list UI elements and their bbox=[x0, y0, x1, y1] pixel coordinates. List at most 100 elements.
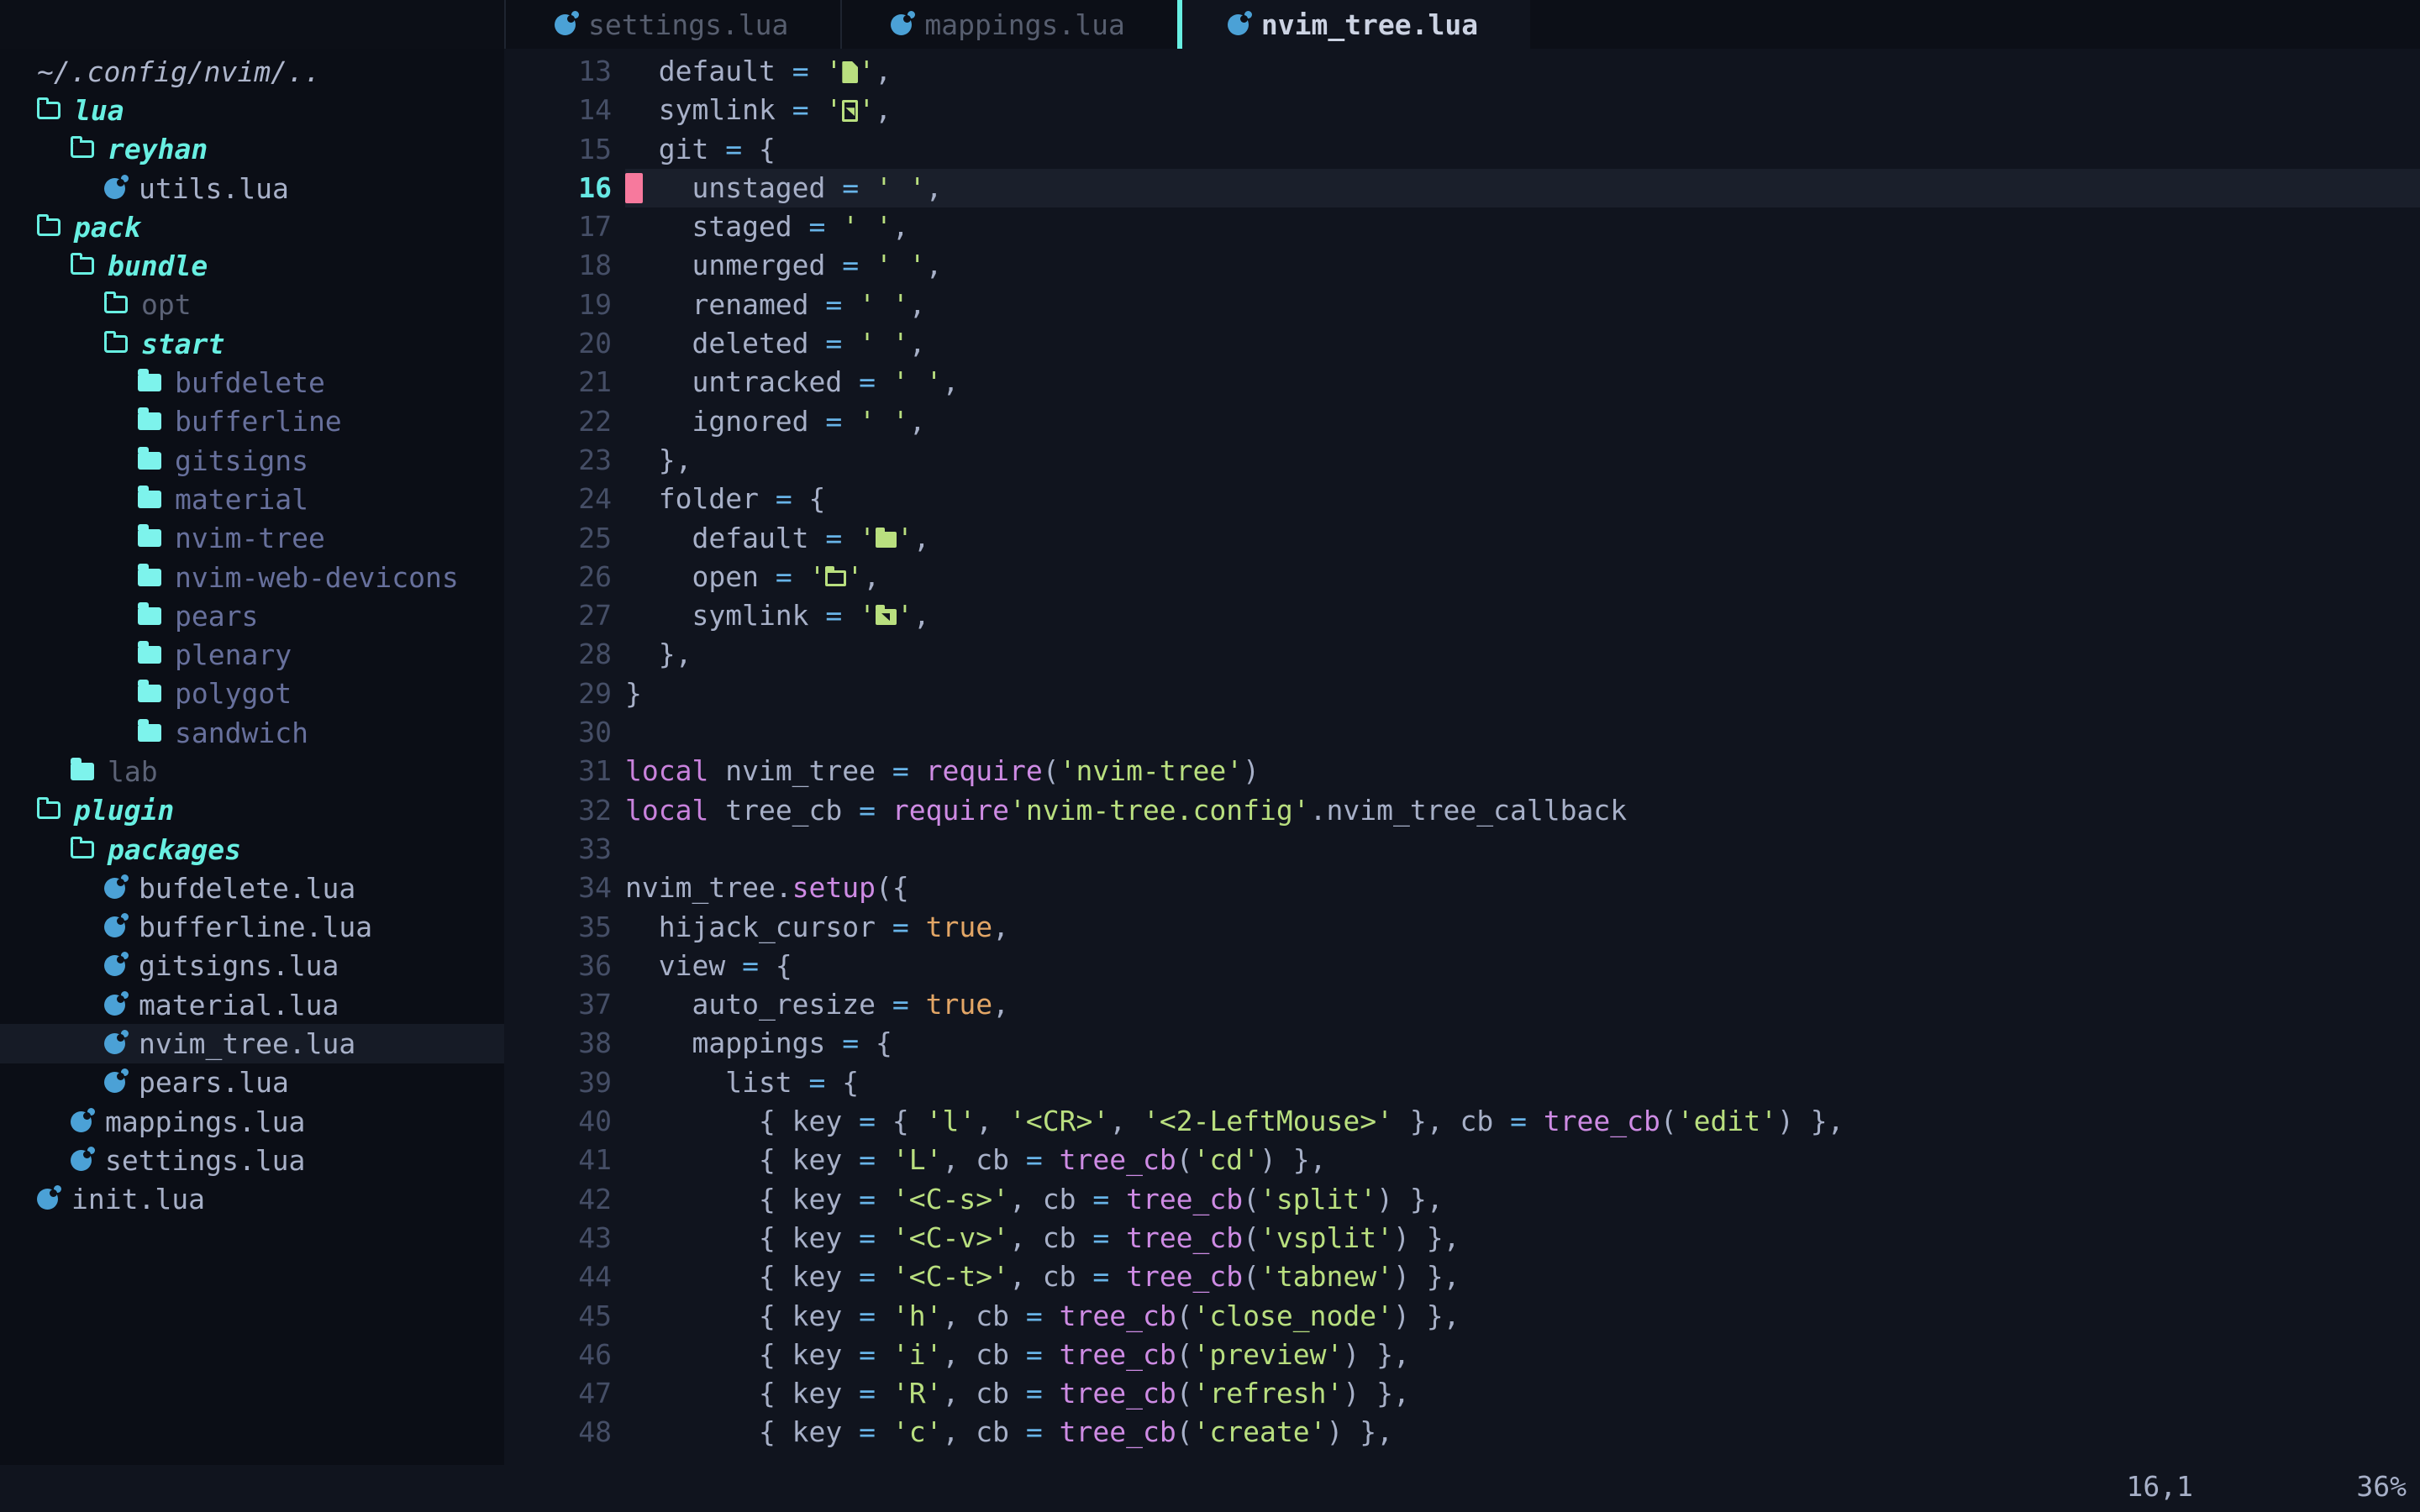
code-line-22[interactable]: 22 ignored = ' ', bbox=[504, 402, 2420, 441]
folder-open-icon bbox=[71, 140, 94, 158]
code-text: git = { bbox=[625, 130, 2420, 169]
line-number: 27 bbox=[504, 596, 625, 635]
code-line-15[interactable]: 15 git = { bbox=[504, 130, 2420, 169]
code-text: { key = 'c', cb = tree_cb('create') }, bbox=[625, 1413, 2420, 1452]
tree-item-bufferline.lua[interactable]: bufferline.lua bbox=[0, 908, 504, 947]
tree-item-pack[interactable]: pack bbox=[0, 207, 504, 246]
code-line-40[interactable]: 40 { key = { 'l', '<CR>', '<2-LeftMouse>… bbox=[504, 1102, 2420, 1141]
code-token: ignored bbox=[625, 405, 825, 438]
code-token: ) }, bbox=[1777, 1105, 1844, 1137]
code-line-32[interactable]: 32local tree_cb = require'nvim-tree.conf… bbox=[504, 791, 2420, 830]
code-line-39[interactable]: 39 list = { bbox=[504, 1063, 2420, 1102]
code-line-24[interactable]: 24 folder = { bbox=[504, 480, 2420, 518]
lua-file-icon bbox=[71, 1150, 92, 1171]
code-token: , cb bbox=[943, 1143, 1026, 1176]
code-line-27[interactable]: 27 symlink = '', bbox=[504, 596, 2420, 635]
tree-item-nvim-tree[interactable]: nvim-tree bbox=[0, 519, 504, 558]
tree-item-pears[interactable]: pears bbox=[0, 596, 504, 635]
tree-item-init.lua[interactable]: init.lua bbox=[0, 1180, 504, 1219]
code-line-20[interactable]: 20 deleted = ' ', bbox=[504, 324, 2420, 363]
tree-item-mappings.lua[interactable]: mappings.lua bbox=[0, 1102, 504, 1141]
tree-item-~/.config/nvim/..[interactable]: ~/.config/nvim/.. bbox=[0, 52, 504, 91]
code-line-16[interactable]: 16 unstaged = ' ', bbox=[504, 169, 2420, 207]
tree-item-reyhan[interactable]: reyhan bbox=[0, 130, 504, 169]
code-token bbox=[1043, 1338, 1060, 1371]
code-line-13[interactable]: 13 default = '', bbox=[504, 52, 2420, 91]
tree-item-settings.lua[interactable]: settings.lua bbox=[0, 1141, 504, 1179]
tree-item-lab[interactable]: lab bbox=[0, 752, 504, 790]
lua-file-icon bbox=[104, 1072, 125, 1093]
code-line-36[interactable]: 36 view = { bbox=[504, 947, 2420, 985]
tree-item-polygot[interactable]: polygot bbox=[0, 675, 504, 713]
tree-item-bufdelete[interactable]: bufdelete bbox=[0, 363, 504, 402]
code-line-33[interactable]: 33 bbox=[504, 830, 2420, 869]
folder-open-icon bbox=[104, 296, 128, 313]
tree-item-gitsigns[interactable]: gitsigns bbox=[0, 441, 504, 480]
tree-item-bufdelete.lua[interactable]: bufdelete.lua bbox=[0, 869, 504, 907]
code-token: = bbox=[892, 988, 909, 1021]
code-token: ' bbox=[809, 560, 826, 593]
code-line-31[interactable]: 31local nvim_tree = require('nvim-tree') bbox=[504, 752, 2420, 790]
code-token: { key bbox=[625, 1260, 859, 1293]
tree-item-label: nvim-tree bbox=[175, 522, 325, 554]
code-line-34[interactable]: 34nvim_tree.setup({ bbox=[504, 869, 2420, 907]
tree-item-bufferline[interactable]: bufferline bbox=[0, 402, 504, 441]
code-line-45[interactable]: 45 { key = 'h', cb = tree_cb('close_node… bbox=[504, 1297, 2420, 1336]
tree-item-nvim_tree.lua[interactable]: nvim_tree.lua bbox=[0, 1024, 504, 1063]
tree-item-gitsigns.lua[interactable]: gitsigns.lua bbox=[0, 947, 504, 985]
code-text bbox=[625, 713, 2420, 752]
code-token: tree_cb bbox=[1126, 1221, 1243, 1254]
tree-item-label: reyhan bbox=[108, 133, 208, 165]
tree-item-utils.lua[interactable]: utils.lua bbox=[0, 169, 504, 207]
code-token: { key bbox=[625, 1221, 859, 1254]
tree-item-lua[interactable]: lua bbox=[0, 91, 504, 129]
code-line-30[interactable]: 30 bbox=[504, 713, 2420, 752]
tree-item-label: polygot bbox=[175, 677, 292, 710]
code-line-23[interactable]: 23 }, bbox=[504, 441, 2420, 480]
line-number: 47 bbox=[504, 1374, 625, 1413]
tree-item-packages[interactable]: packages bbox=[0, 830, 504, 869]
code-token: ) }, bbox=[1327, 1415, 1393, 1448]
code-text: local tree_cb = require'nvim-tree.config… bbox=[625, 791, 2420, 830]
tree-item-sandwich[interactable]: sandwich bbox=[0, 713, 504, 752]
nvim-tree-panel[interactable]: ~/.config/nvim/..luareyhanutils.luapackb… bbox=[0, 49, 504, 1465]
code-line-48[interactable]: 48 { key = 'c', cb = tree_cb('create') }… bbox=[504, 1413, 2420, 1452]
line-number: 44 bbox=[504, 1257, 625, 1296]
code-line-25[interactable]: 25 default = '', bbox=[504, 519, 2420, 558]
tree-item-start[interactable]: start bbox=[0, 324, 504, 363]
code-line-47[interactable]: 47 { key = 'R', cb = tree_cb('refresh') … bbox=[504, 1374, 2420, 1413]
code-line-19[interactable]: 19 renamed = ' ', bbox=[504, 286, 2420, 324]
editor-buffer[interactable]: 13 default = '',14 symlink = '',15 git =… bbox=[504, 49, 2420, 1465]
tree-item-material.lua[interactable]: material.lua bbox=[0, 985, 504, 1024]
code-line-42[interactable]: 42 { key = '<C-s>', cb = tree_cb('split'… bbox=[504, 1180, 2420, 1219]
code-line-37[interactable]: 37 auto_resize = true, bbox=[504, 985, 2420, 1024]
line-number: 34 bbox=[504, 869, 625, 907]
code-token: ' bbox=[859, 599, 876, 632]
code-text: { key = 'L', cb = tree_cb('cd') }, bbox=[625, 1141, 2420, 1179]
tree-item-nvim-web-devicons[interactable]: nvim-web-devicons bbox=[0, 558, 504, 596]
code-line-26[interactable]: 26 open = '', bbox=[504, 558, 2420, 596]
code-line-18[interactable]: 18 unmerged = ' ', bbox=[504, 246, 2420, 285]
tree-item-material[interactable]: material bbox=[0, 480, 504, 518]
code-line-29[interactable]: 29} bbox=[504, 675, 2420, 713]
tab-settings.lua[interactable]: settings.lua bbox=[504, 0, 840, 49]
tree-item-bundle[interactable]: bundle bbox=[0, 246, 504, 285]
tree-item-plenary[interactable]: plenary bbox=[0, 635, 504, 674]
code-line-28[interactable]: 28 }, bbox=[504, 635, 2420, 674]
code-line-46[interactable]: 46 { key = 'i', cb = tree_cb('preview') … bbox=[504, 1336, 2420, 1374]
tree-item-pears.lua[interactable]: pears.lua bbox=[0, 1063, 504, 1102]
tree-item-opt[interactable]: opt bbox=[0, 286, 504, 324]
tab-nvim_tree.lua[interactable]: nvim_tree.lua bbox=[1177, 0, 1530, 49]
code-line-44[interactable]: 44 { key = '<C-t>', cb = tree_cb('tabnew… bbox=[504, 1257, 2420, 1296]
code-line-38[interactable]: 38 mappings = { bbox=[504, 1024, 2420, 1063]
tree-item-plugin[interactable]: plugin bbox=[0, 791, 504, 830]
tab-mappings.lua[interactable]: mappings.lua bbox=[840, 0, 1176, 49]
code-line-43[interactable]: 43 { key = '<C-v>', cb = tree_cb('vsplit… bbox=[504, 1219, 2420, 1257]
code-line-17[interactable]: 17 staged = ' ', bbox=[504, 207, 2420, 246]
code-line-41[interactable]: 41 { key = 'L', cb = tree_cb('cd') }, bbox=[504, 1141, 2420, 1179]
code-token bbox=[909, 988, 926, 1021]
code-line-35[interactable]: 35 hijack_cursor = true, bbox=[504, 908, 2420, 947]
code-line-14[interactable]: 14 symlink = '', bbox=[504, 91, 2420, 129]
code-line-21[interactable]: 21 untracked = ' ', bbox=[504, 363, 2420, 402]
code-token: 'nvim-tree.config' bbox=[1009, 794, 1310, 827]
